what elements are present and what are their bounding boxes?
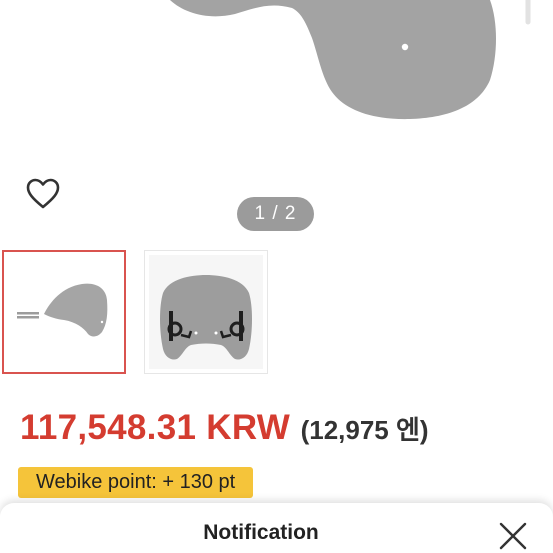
price-secondary: (12,975 엔) — [300, 415, 429, 445]
thumbnail-2[interactable] — [144, 250, 268, 374]
price-row: 117,548.31 KRW (12,975 엔) — [20, 408, 429, 448]
image-counter: 1 / 2 — [237, 197, 314, 231]
thumbnail-1[interactable] — [2, 250, 126, 374]
product-page: 1 / 2 117,548.31 KRW (12,975 엔) Webike p… — [0, 0, 553, 553]
close-icon[interactable] — [497, 520, 529, 552]
webike-points-badge: Webike point: + 130 pt — [18, 467, 254, 498]
notification-panel: Notification — [0, 503, 553, 553]
thumbnail-side-view-image — [17, 283, 108, 337]
heart-icon[interactable] — [24, 176, 62, 212]
notification-title: Notification — [203, 521, 319, 544]
product-main-image[interactable]: 1 / 2 — [0, 0, 553, 245]
price-main: 117,548.31 KRW — [20, 408, 291, 447]
thumbnail-front-view-image — [149, 255, 263, 369]
